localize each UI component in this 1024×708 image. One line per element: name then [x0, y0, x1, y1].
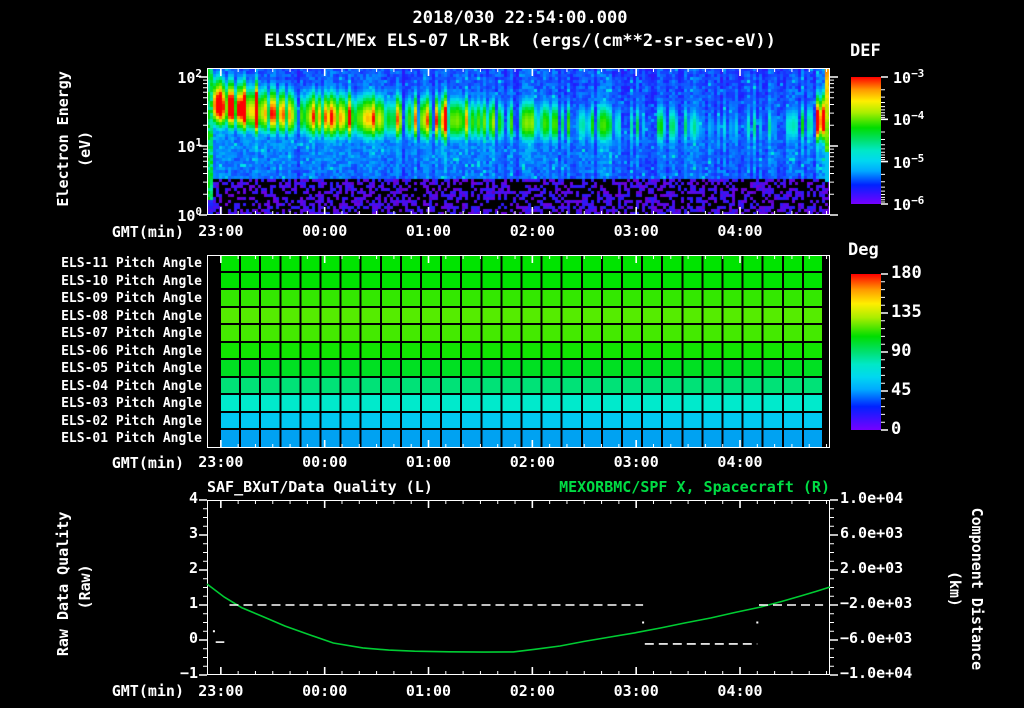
spacecraft-x-curve [206, 583, 831, 653]
data-quality-point [756, 621, 759, 624]
panel-frame [207, 68, 830, 215]
axes-and-curves-overlay [199, 68, 888, 676]
minor-ticks [203, 68, 885, 675]
els-quicklook-display: 2018/030 22:54:00.000 ELSSCIL/MEx ELS-07… [0, 0, 1024, 708]
panel-frame [207, 255, 830, 448]
data-quality-point [642, 621, 645, 624]
panel-frame [207, 500, 830, 675]
major-ticks [199, 68, 888, 676]
data-quality-point [212, 630, 215, 633]
